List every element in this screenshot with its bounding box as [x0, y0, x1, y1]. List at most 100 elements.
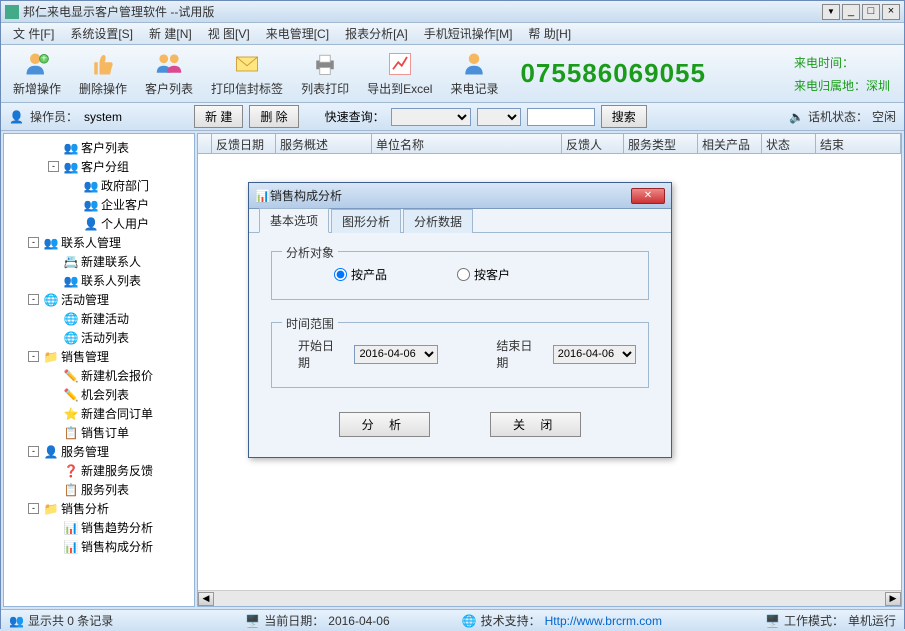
maximize-button[interactable]: □	[862, 4, 880, 20]
tree-compose[interactable]: 📊销售构成分析	[4, 537, 194, 556]
th-product[interactable]: 相关产品	[698, 134, 762, 153]
people-icon	[155, 50, 183, 78]
speaker-icon: 🔈	[789, 110, 804, 124]
delete-button[interactable]: 删 除	[249, 105, 298, 128]
new-button[interactable]: 新 建	[194, 105, 243, 128]
status-mode: 🖥️ 工作模式：单机运行	[765, 612, 896, 629]
tree-new-feedback[interactable]: ❓新建服务反馈	[4, 461, 194, 480]
tool-print-label[interactable]: 打印信封标签	[207, 48, 287, 99]
tool-customers[interactable]: 客户列表	[141, 48, 197, 99]
tree-sales-order[interactable]: 📋销售订单	[4, 423, 194, 442]
tree-customer-list[interactable]: 👥客户列表	[4, 138, 194, 157]
menu-file[interactable]: 文 件[F]	[5, 23, 62, 44]
menu-call[interactable]: 来电管理[C]	[258, 23, 337, 44]
dialog-sales-compose: 📊 销售构成分析 ✕ 基本选项 图形分析 分析数据 分析对象 按产品	[248, 182, 672, 458]
menu-report[interactable]: 报表分析[A]	[337, 23, 416, 44]
phone-number: 075586069055	[520, 58, 784, 89]
end-date-select[interactable]: 2016-04-06	[553, 345, 636, 364]
computer-icon: 🖥️	[245, 614, 260, 628]
secondary-bar: 👤 操作员： system 新 建 删 除 快速查询： 搜索 🔈 话机状态： 空…	[1, 103, 904, 131]
legend-time: 时间范围	[282, 315, 338, 332]
tool-customers-label: 客户列表	[145, 80, 193, 97]
tree-new-contact[interactable]: 📇新建联系人	[4, 252, 194, 271]
close-button[interactable]: ×	[882, 4, 900, 20]
tool-call-log-label: 来电记录	[450, 80, 498, 97]
call-time-label: 来电时间：	[794, 54, 890, 71]
th-reporter[interactable]: 反馈人	[562, 134, 624, 153]
start-date-select[interactable]: 2016-04-06	[354, 345, 437, 364]
tool-print-label-label: 打印信封标签	[211, 80, 283, 97]
scroll-left-icon[interactable]: ◀	[198, 592, 214, 606]
quick-search-op[interactable]	[477, 108, 521, 126]
tool-delete[interactable]: 删除操作	[75, 48, 131, 99]
status-date: 🖥️ 当前日期：2016-04-06	[245, 612, 389, 629]
th-date[interactable]: 反馈日期	[212, 134, 276, 153]
tree-trend[interactable]: 📊销售趋势分析	[4, 518, 194, 537]
radio-by-product[interactable]: 按产品	[334, 266, 387, 283]
tree-contact-mgr[interactable]: -👥联系人管理	[4, 233, 194, 252]
add-person-icon: +	[23, 50, 51, 78]
tree-activity-list[interactable]: 🌐活动列表	[4, 328, 194, 347]
radio-by-customer[interactable]: 按客户	[457, 266, 510, 283]
tool-export[interactable]: 导出到Excel	[363, 48, 436, 99]
tree-opp-list[interactable]: ✏️机会列表	[4, 385, 194, 404]
th-company[interactable]: 单位名称	[372, 134, 562, 153]
main-area: 👥客户列表 -👥客户分组 👥政府部门 👥企业客户 👤个人用户 -👥联系人管理 📇…	[1, 131, 904, 609]
th-type[interactable]: 服务类型	[624, 134, 698, 153]
radio-by-product-input[interactable]	[334, 268, 347, 281]
tree-gov[interactable]: 👥政府部门	[4, 176, 194, 195]
horizontal-scrollbar[interactable]: ◀ ▶	[198, 590, 901, 606]
tree-service-list[interactable]: 📋服务列表	[4, 480, 194, 499]
menu-sms[interactable]: 手机短讯操作[M]	[416, 23, 521, 44]
menu-new[interactable]: 新 建[N]	[141, 23, 200, 44]
tool-print-list[interactable]: 列表打印	[297, 48, 353, 99]
tab-basic[interactable]: 基本选项	[259, 208, 329, 233]
search-button[interactable]: 搜索	[601, 105, 647, 128]
scroll-right-icon[interactable]: ▶	[885, 592, 901, 606]
dialog-close-button[interactable]: ✕	[631, 188, 665, 204]
analyze-button[interactable]: 分 析	[339, 412, 430, 437]
tree-sales-mgr[interactable]: -📁销售管理	[4, 347, 194, 366]
chart-icon	[386, 50, 414, 78]
radio-by-customer-input[interactable]	[457, 268, 470, 281]
minimize-button[interactable]: _	[842, 4, 860, 20]
menu-bar: 文 件[F] 系统设置[S] 新 建[N] 视 图[V] 来电管理[C] 报表分…	[1, 23, 904, 45]
tree-new-order[interactable]: ⭐新建合同订单	[4, 404, 194, 423]
operator-icon: 👤	[9, 110, 24, 124]
tree-corp[interactable]: 👥企业客户	[4, 195, 194, 214]
dialog-title: 销售构成分析	[270, 187, 631, 204]
tree-activity-mgr[interactable]: -🌐活动管理	[4, 290, 194, 309]
dropdown-button[interactable]: ▼	[822, 4, 840, 20]
menu-help[interactable]: 帮 助[H]	[520, 23, 579, 44]
tree-customer-group[interactable]: -👥客户分组	[4, 157, 194, 176]
tree-service-mgr[interactable]: -👤服务管理	[4, 442, 194, 461]
dialog-close-btn[interactable]: 关 闭	[490, 412, 581, 437]
tree-contact-list[interactable]: 👥联系人列表	[4, 271, 194, 290]
th-end[interactable]: 结束	[816, 134, 901, 153]
table-header: 反馈日期 服务概述 单位名称 反馈人 服务类型 相关产品 状态 结束	[198, 134, 901, 154]
title-bar: 邦仁来电显示客户管理软件 --试用版 ▼ _ □ ×	[1, 1, 904, 23]
tool-delete-label: 删除操作	[79, 80, 127, 97]
support-link[interactable]: Http://www.brcrm.com	[545, 614, 662, 628]
tool-call-log[interactable]: 来电记录	[446, 48, 502, 99]
tree-new-activity[interactable]: 🌐新建活动	[4, 309, 194, 328]
tab-graph[interactable]: 图形分析	[331, 209, 401, 233]
menu-settings[interactable]: 系统设置[S]	[62, 23, 141, 44]
menu-view[interactable]: 视 图[V]	[200, 23, 258, 44]
th-selector[interactable]	[198, 134, 212, 153]
tree-personal[interactable]: 👤个人用户	[4, 214, 194, 233]
phone-status-value: 空闲	[872, 108, 896, 125]
start-date-label: 开始日期	[298, 337, 344, 371]
tree-sales-analysis[interactable]: -📁销售分析	[4, 499, 194, 518]
tree-new-quote[interactable]: ✏️新建机会报价	[4, 366, 194, 385]
toolbar: + 新增操作 删除操作 客户列表 打印信封标签 列表打印 导出到Excel 来电…	[1, 45, 904, 103]
tool-add[interactable]: + 新增操作	[9, 48, 65, 99]
envelope-icon	[233, 50, 261, 78]
th-desc[interactable]: 服务概述	[276, 134, 372, 153]
dialog-titlebar[interactable]: 📊 销售构成分析 ✕	[249, 183, 671, 209]
quick-search-field[interactable]	[391, 108, 471, 126]
quick-search-input[interactable]	[527, 108, 595, 126]
tab-data[interactable]: 分析数据	[403, 209, 473, 233]
th-status[interactable]: 状态	[762, 134, 816, 153]
status-count: 👥 显示共 0 条记录	[9, 612, 113, 629]
